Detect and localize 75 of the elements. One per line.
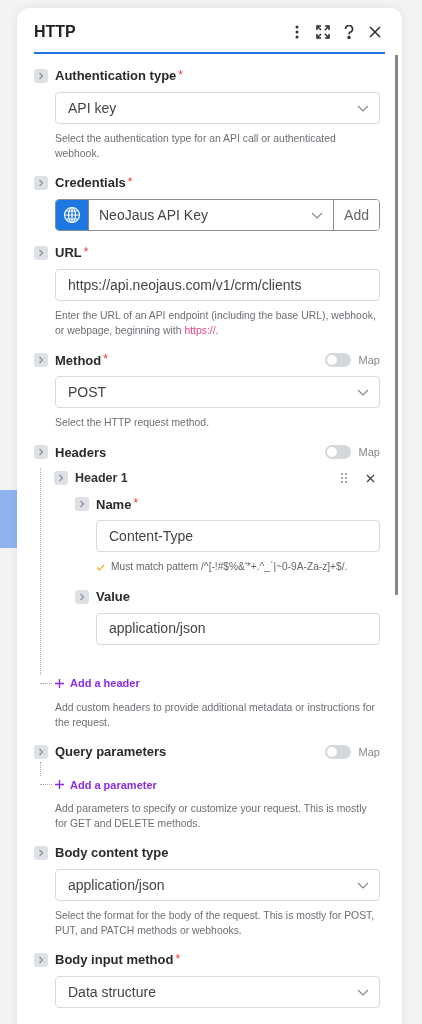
help-text: Add custom headers to provide additional metadata or instructions for the request. [55,700,376,730]
map-label: Map [358,445,380,461]
expand-button[interactable] [34,353,48,368]
expand-button[interactable] [34,445,48,460]
select-field[interactable]: Data structure [55,976,380,1009]
panel-title: HTTP [34,22,77,42]
expand-button[interactable] [34,176,48,191]
field-label: Body input method [55,951,174,970]
expand-button[interactable] [34,846,48,860]
required-mark: * [175,951,181,969]
item-label: Header 1 [75,470,129,487]
add-button[interactable]: Add [333,200,379,231]
select-field[interactable]: POST [55,376,380,409]
required-mark: * [103,351,108,369]
field-label: Query parameters [55,743,167,762]
field-label: Name [96,495,132,514]
check-icon [96,563,105,571]
field-label: Value [96,587,130,606]
validation-text: Must match pattern /^[-!#$%&'*+.^_`|~0-9A-Za-z]+$/. [111,560,348,575]
select-field[interactable]: API key [55,92,380,124]
field-label: Headers [55,443,107,462]
chevron-icon [38,747,44,756]
required-mark: * [133,495,139,513]
help-text: Select the format for the body of the request. This is mostly for POST, PUT, and PATCH methods or webhooks. [55,909,376,939]
input-field[interactable]: https://api.neojaus.com/v1/crm/clients [55,269,380,302]
expand-button[interactable] [34,246,48,261]
select-field[interactable]: application/json [55,869,380,901]
caret-icon [357,104,369,112]
plus-icon [55,780,64,790]
caret-icon [357,988,369,996]
add-link[interactable]: Add a header [55,675,140,692]
expand-button[interactable] [34,744,48,759]
help-text: Select the HTTP request method. [55,416,210,431]
chevron-icon [38,849,44,857]
required-mark: * [127,174,133,192]
chevron-icon [38,356,44,365]
chevron-icon [38,956,44,965]
globe-icon [56,200,88,231]
map-toggle[interactable] [324,744,351,759]
expand-icon[interactable] [313,22,333,42]
chevron-icon [58,474,64,483]
chevron-icon [38,448,44,457]
caret-icon [357,881,369,889]
map-toggle[interactable] [324,353,351,368]
field-label: Authentication type [55,67,177,86]
chevron-icon [38,249,44,258]
chevron-icon [79,500,85,509]
add-link[interactable]: Add a parameter [55,776,157,794]
expand-button[interactable] [54,471,68,486]
required-mark: * [178,67,183,84]
plus-icon [55,679,64,689]
map-toggle[interactable] [324,445,351,460]
caret-icon [357,388,369,396]
help-text: Add parameters to specify or customize your request. This is mostly for GET and DELETE methods. [55,801,368,831]
input-field[interactable]: Content-Type [96,520,380,553]
help-text: Enter the URL of an API endpoint (including the base URL), webhook, or webpage, beginning with https://. [55,309,377,339]
expand-button[interactable] [75,497,89,512]
chevron-icon [79,592,85,601]
input-field[interactable]: application/json [96,612,380,645]
map-label: Map [358,744,380,760]
code-text: https:// [184,325,216,337]
required-mark: * [83,244,89,262]
expand-button[interactable] [34,69,48,83]
map-label: Map [358,353,380,369]
expand-button[interactable] [75,589,89,604]
help-text: Select the authentication type for an API call or authenticated webhook. [55,132,337,162]
caret-icon [311,211,324,219]
chevron-icon [38,179,44,188]
scrollbar[interactable] [395,55,398,595]
field-label: Method [55,351,102,370]
expand-button[interactable] [34,953,48,968]
chevron-icon [38,72,44,80]
field-label: Credentials [55,174,126,193]
field-label: URL [55,244,82,263]
field-label: Body content type [55,844,169,863]
